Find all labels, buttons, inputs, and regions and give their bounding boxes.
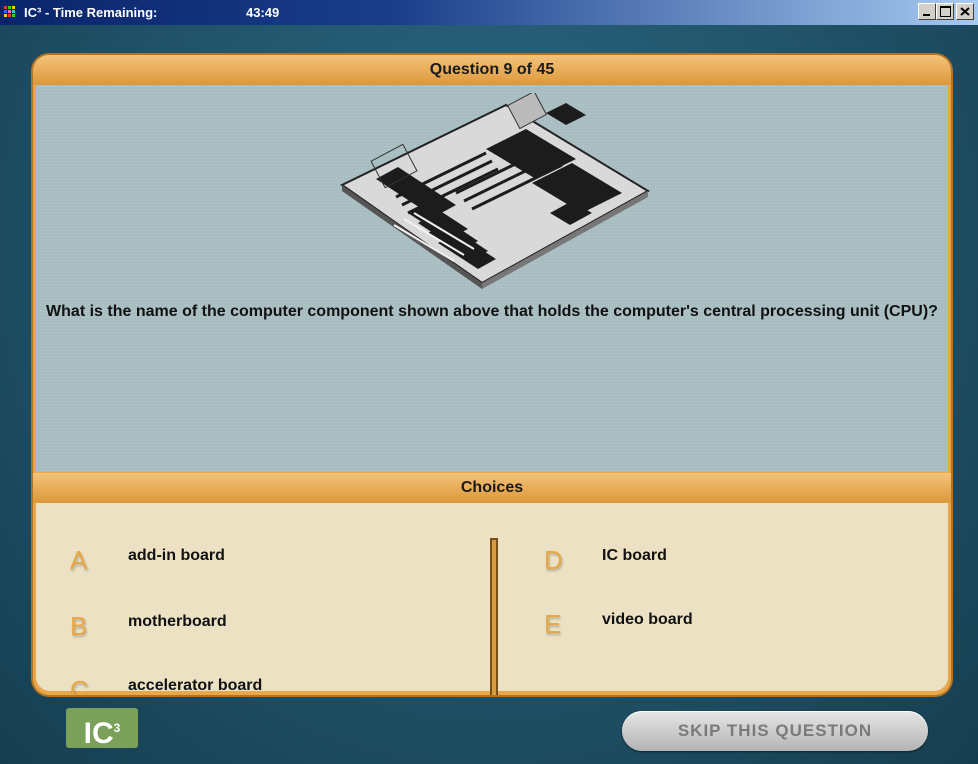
choice-letter: C [70,675,89,695]
choice-letter: D [544,545,563,575]
choice-c[interactable]: C accelerator board [70,675,430,695]
choice-b[interactable]: B motherboard [70,611,430,643]
title-bar: IC³ - Time Remaining: 43:49 [0,0,978,25]
close-icon [960,7,970,16]
choice-a[interactable]: A add-in board [70,545,430,577]
ic3-logo: IC3 [66,708,138,750]
choice-letter: B [70,611,88,641]
choice-label: add-in board [128,547,225,564]
question-body: What is the name of the computer compone… [36,85,948,472]
question-panel: Question 9 of 45 What is the name of the… [33,55,951,695]
choice-label: motherboard [128,613,227,630]
minimize-icon [923,14,930,16]
choice-d[interactable]: D IC board [544,545,904,577]
choice-label: accelerator board [128,677,263,694]
motherboard-image [340,93,650,289]
choice-label: IC board [602,547,667,564]
choices-divider [490,538,498,695]
maximize-button[interactable] [936,3,954,20]
choices-header: Choices [33,473,951,503]
choice-e[interactable]: E video board [544,609,904,641]
window-title: IC³ - Time Remaining: [24,5,158,20]
choice-letter: A [70,545,88,575]
logo-text: IC [83,717,114,750]
choice-label: video board [602,611,693,628]
time-remaining: 43:49 [246,5,280,20]
minimize-button[interactable] [918,3,936,20]
skip-question-button[interactable]: SKIP THIS QUESTION [622,711,928,751]
close-button[interactable] [956,3,974,20]
choices-body: A add-in board B motherboard C accelerat… [36,503,948,695]
app-icon [4,6,15,17]
question-text: What is the name of the computer compone… [46,303,938,320]
choice-letter: E [544,609,562,639]
maximize-icon [940,6,951,17]
logo-superscript: 3 [113,721,121,735]
question-header: Question 9 of 45 [33,55,951,85]
